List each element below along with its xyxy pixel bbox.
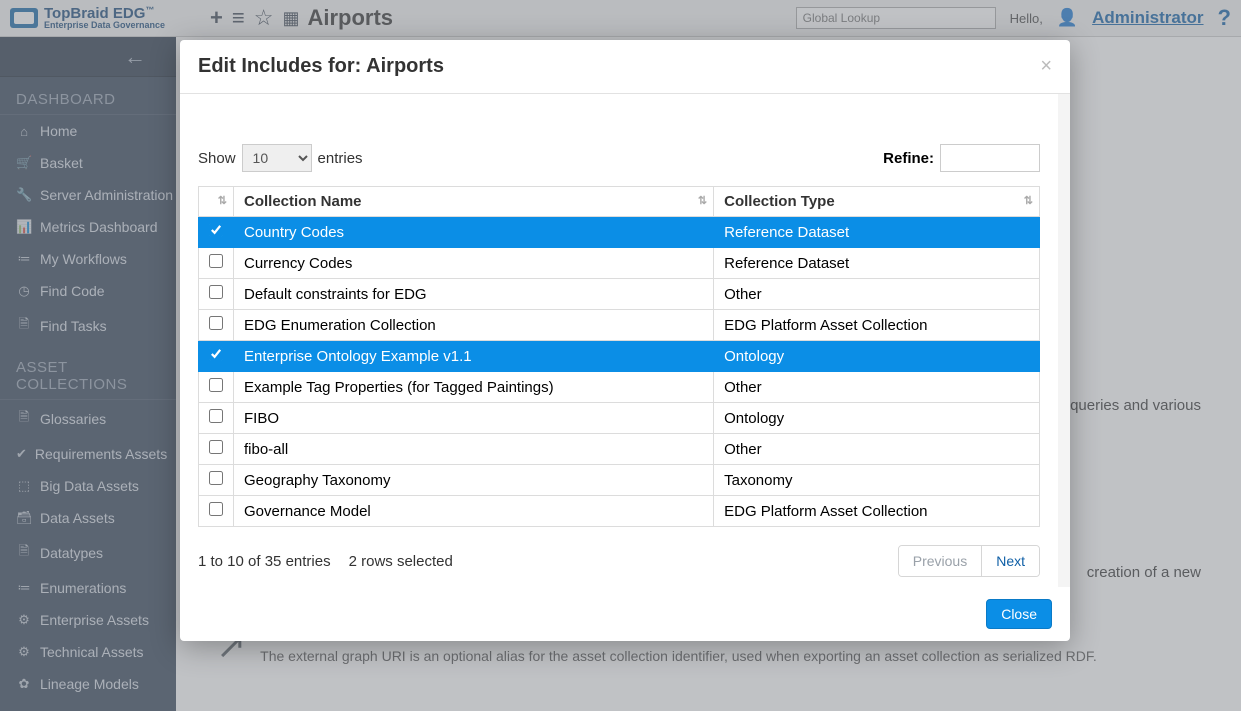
row-checkbox[interactable] bbox=[209, 502, 223, 516]
table-row[interactable]: EDG Enumeration CollectionEDG Platform A… bbox=[199, 310, 1040, 341]
table-row[interactable]: Country CodesReference Dataset bbox=[199, 217, 1040, 248]
cell-name: Default constraints for EDG bbox=[234, 279, 714, 310]
row-checkbox[interactable] bbox=[209, 440, 223, 454]
entries-label: entries bbox=[318, 150, 363, 167]
table-info: 1 to 10 of 35 entries bbox=[198, 553, 331, 570]
row-checkbox[interactable] bbox=[209, 471, 223, 485]
modal-title: Edit Includes for: Airports bbox=[198, 55, 444, 78]
cell-type: Other bbox=[714, 279, 1040, 310]
cell-name: Example Tag Properties (for Tagged Paint… bbox=[234, 372, 714, 403]
previous-button[interactable]: Previous bbox=[899, 546, 982, 576]
cell-name: Governance Model bbox=[234, 496, 714, 527]
row-checkbox[interactable] bbox=[209, 285, 223, 299]
table-row[interactable]: Enterprise Ontology Example v1.1Ontology bbox=[199, 341, 1040, 372]
sort-icon[interactable]: ⇅ bbox=[698, 198, 707, 206]
cell-type: Other bbox=[714, 372, 1040, 403]
includes-table: ⇅ Collection Name⇅ Collection Type⇅ Coun… bbox=[198, 186, 1040, 527]
close-icon[interactable]: × bbox=[1040, 55, 1052, 78]
col-type[interactable]: Collection Type⇅ bbox=[714, 187, 1040, 217]
table-row[interactable]: fibo-allOther bbox=[199, 434, 1040, 465]
edit-includes-modal: Edit Includes for: Airports × Show 10 en… bbox=[180, 40, 1070, 641]
cell-name: Country Codes bbox=[234, 217, 714, 248]
row-checkbox[interactable] bbox=[209, 223, 223, 237]
sort-icon[interactable]: ⇅ bbox=[1024, 198, 1033, 206]
pager: Previous Next bbox=[898, 545, 1040, 577]
cell-type: Ontology bbox=[714, 403, 1040, 434]
table-row[interactable]: Default constraints for EDGOther bbox=[199, 279, 1040, 310]
table-row[interactable]: FIBOOntology bbox=[199, 403, 1040, 434]
refine-label: Refine: bbox=[883, 150, 934, 167]
show-label: Show bbox=[198, 150, 236, 167]
cell-name: fibo-all bbox=[234, 434, 714, 465]
cell-type: Reference Dataset bbox=[714, 217, 1040, 248]
col-name[interactable]: Collection Name⇅ bbox=[234, 187, 714, 217]
table-row[interactable]: Geography TaxonomyTaxonomy bbox=[199, 465, 1040, 496]
cell-name: Enterprise Ontology Example v1.1 bbox=[234, 341, 714, 372]
cell-type: EDG Platform Asset Collection bbox=[714, 310, 1040, 341]
next-button[interactable]: Next bbox=[982, 546, 1039, 576]
cell-type: Other bbox=[714, 434, 1040, 465]
row-checkbox[interactable] bbox=[209, 316, 223, 330]
table-row[interactable]: Currency CodesReference Dataset bbox=[199, 248, 1040, 279]
row-checkbox[interactable] bbox=[209, 254, 223, 268]
table-row[interactable]: Governance ModelEDG Platform Asset Colle… bbox=[199, 496, 1040, 527]
sort-icon[interactable]: ⇅ bbox=[218, 198, 227, 206]
cell-name: EDG Enumeration Collection bbox=[234, 310, 714, 341]
cell-name: Geography Taxonomy bbox=[234, 465, 714, 496]
cell-name: Currency Codes bbox=[234, 248, 714, 279]
selection-info: 2 rows selected bbox=[349, 553, 453, 570]
entries-select[interactable]: 10 bbox=[242, 144, 312, 172]
col-checkbox[interactable]: ⇅ bbox=[199, 187, 234, 217]
row-checkbox[interactable] bbox=[209, 409, 223, 423]
cell-type: Taxonomy bbox=[714, 465, 1040, 496]
cell-name: FIBO bbox=[234, 403, 714, 434]
table-row[interactable]: Example Tag Properties (for Tagged Paint… bbox=[199, 372, 1040, 403]
close-button[interactable]: Close bbox=[986, 599, 1052, 629]
cell-type: Ontology bbox=[714, 341, 1040, 372]
row-checkbox[interactable] bbox=[209, 347, 223, 361]
row-checkbox[interactable] bbox=[209, 378, 223, 392]
cell-type: EDG Platform Asset Collection bbox=[714, 496, 1040, 527]
refine-input[interactable] bbox=[940, 144, 1040, 172]
cell-type: Reference Dataset bbox=[714, 248, 1040, 279]
